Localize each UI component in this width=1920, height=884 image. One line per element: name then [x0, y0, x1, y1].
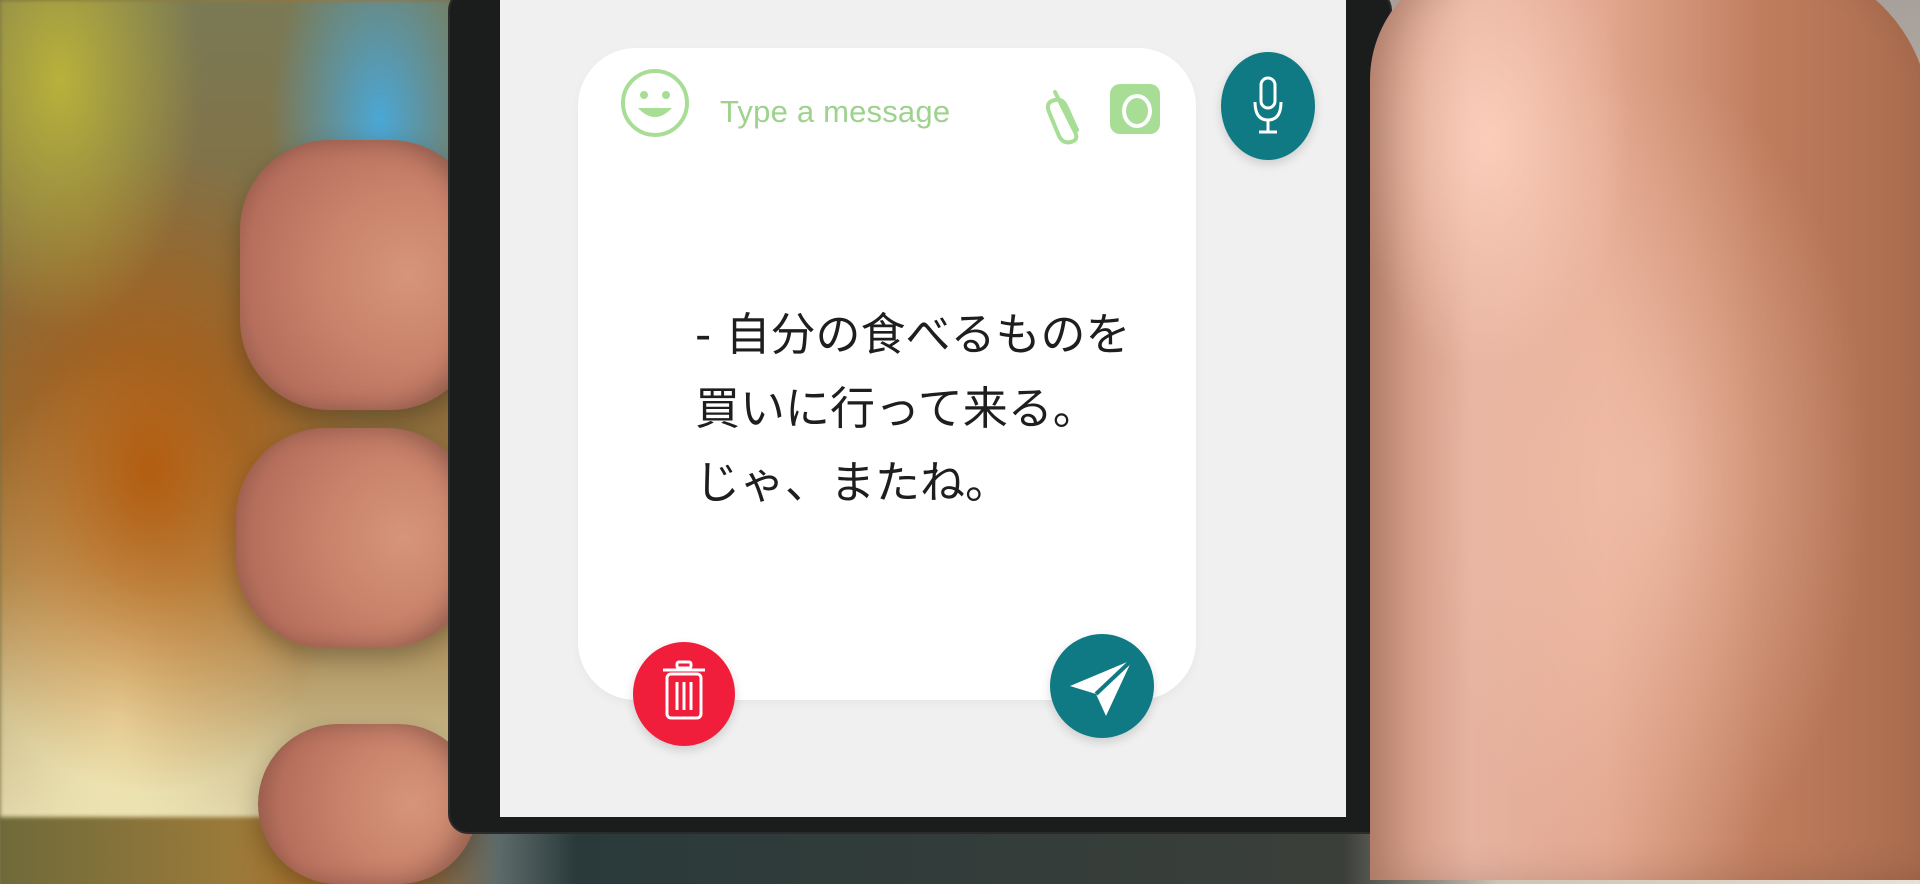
paper-plane-send-icon — [1070, 658, 1134, 716]
message-line: じゃ、またね。 — [695, 456, 1011, 509]
paperclip-icon[interactable] — [1045, 78, 1093, 148]
voice-record-button[interactable] — [1221, 52, 1315, 160]
composer-top-bar: Type a message — [578, 48, 1196, 166]
message-input-placeholder[interactable]: Type a message — [720, 94, 950, 130]
finger-bottom — [258, 724, 478, 884]
emoji-smile-icon[interactable] — [620, 68, 690, 138]
message-line: 買いに行って来る。 — [695, 382, 1098, 435]
delete-message-button[interactable] — [633, 642, 735, 746]
thumb — [1370, 0, 1920, 880]
message-line: - 自分の食べるものを — [695, 308, 1131, 361]
message-composer-card: Type a message - 自分の食べるものを 買いに行って来る。 じゃ、… — [578, 48, 1196, 700]
message-text[interactable]: - 自分の食べるものを 買いに行って来る。 じゃ、またね。 — [695, 298, 1155, 520]
finger-top — [240, 140, 480, 410]
trash-icon — [663, 660, 705, 720]
microphone-icon — [1253, 76, 1283, 134]
finger-middle — [236, 428, 476, 648]
send-message-button[interactable] — [1050, 634, 1154, 738]
camera-icon[interactable] — [1110, 84, 1160, 134]
